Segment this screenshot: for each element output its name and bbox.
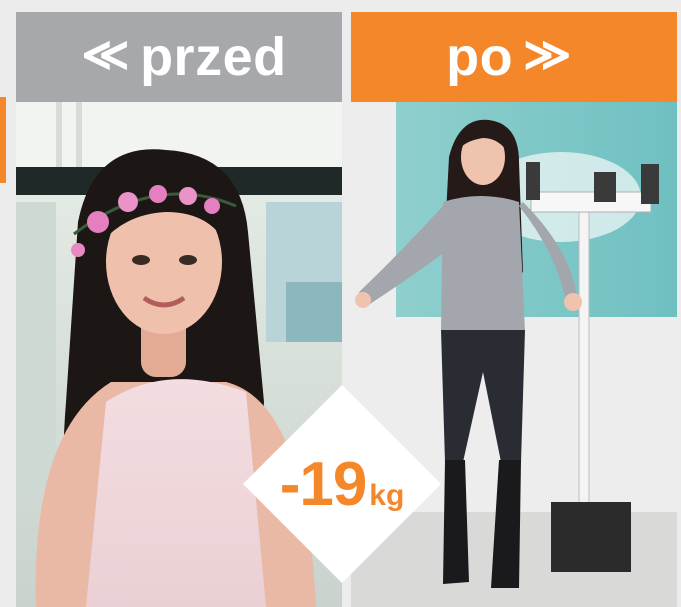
side-accent-tab — [0, 97, 6, 183]
weight-unit: kg — [369, 479, 405, 512]
arrow-left-icon: ≪ — [81, 28, 131, 80]
arrow-right-icon: ≫ — [523, 28, 572, 80]
weight-loss-badge: -19 kg — [242, 384, 442, 584]
weight-loss-value: -19 — [279, 449, 368, 519]
before-header: ≪ przed — [16, 12, 342, 102]
badge-label: -19 kg — [242, 384, 442, 584]
after-label: po — [446, 27, 514, 87]
before-label: przed — [140, 27, 287, 87]
after-header: po ≫ — [351, 12, 677, 102]
